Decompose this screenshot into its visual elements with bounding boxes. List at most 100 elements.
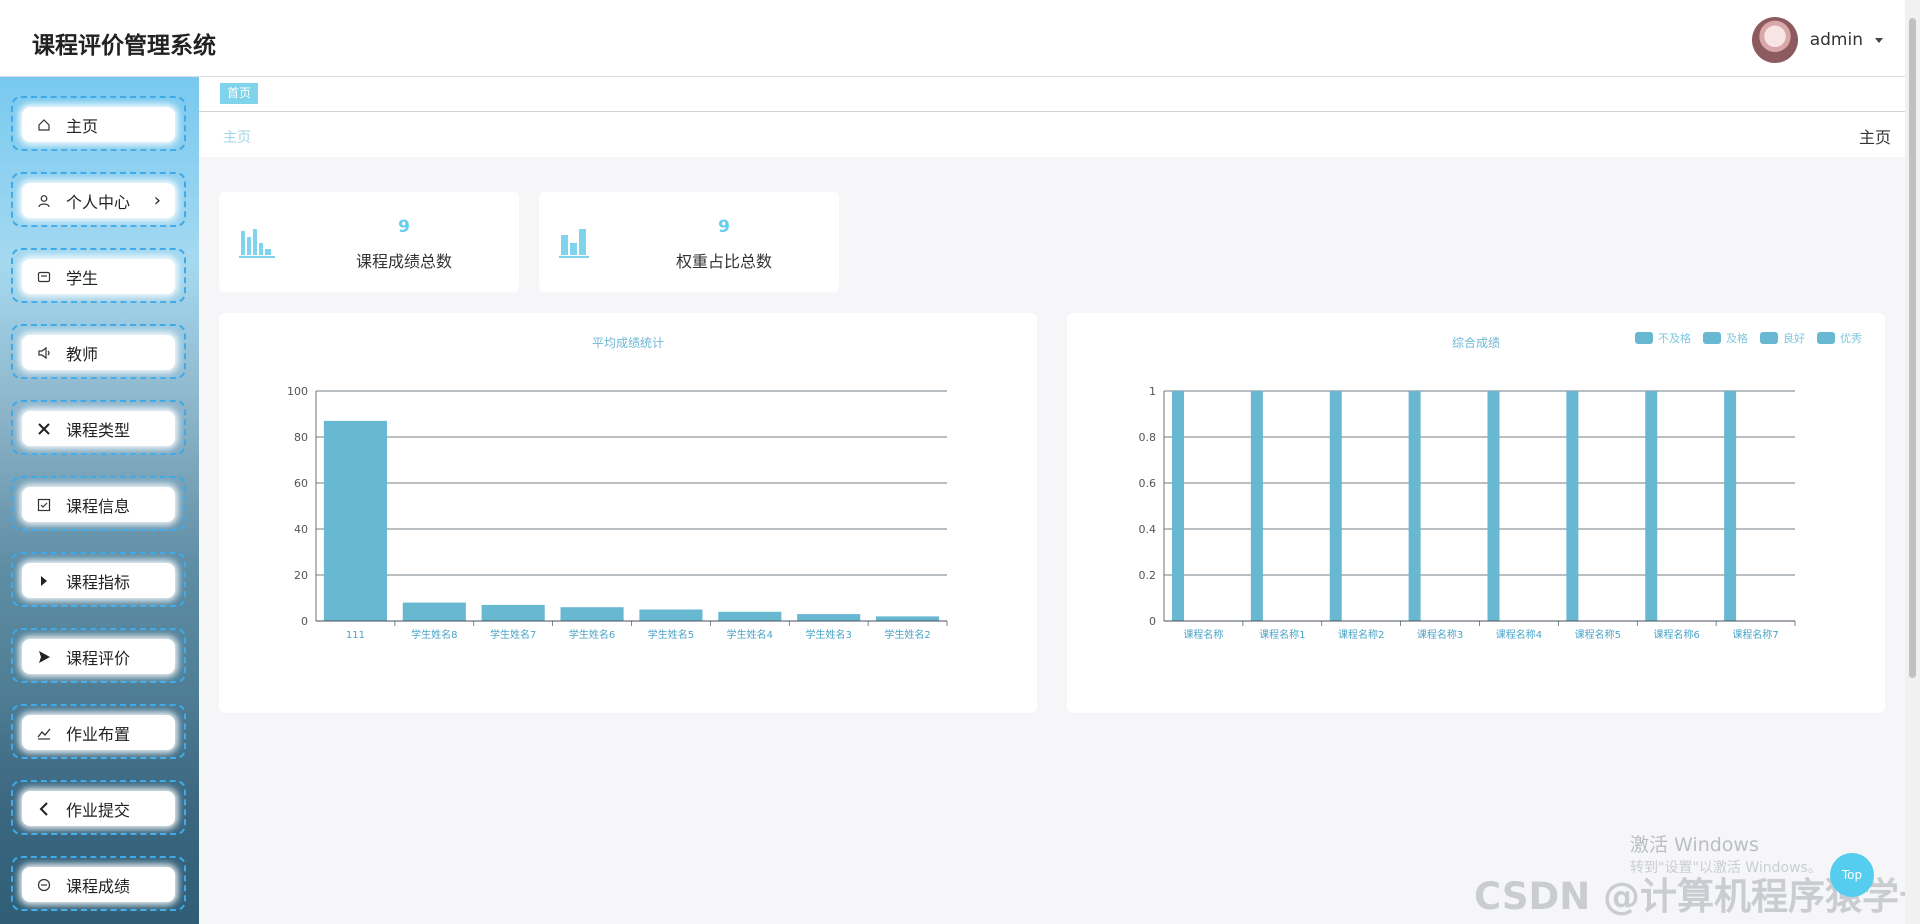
speaker-icon (36, 345, 52, 361)
legend-label: 及格 (1726, 331, 1748, 345)
close-icon (36, 421, 52, 437)
chevron-right-icon: › (153, 190, 161, 211)
y-tick-label: 1 (1149, 385, 1156, 398)
sidebar-item-label: 课程成绩 (66, 876, 131, 896)
bar (718, 611, 782, 621)
play-icon (36, 649, 52, 665)
sidebar-item-home[interactable]: 主页 (11, 96, 186, 151)
bar (1566, 391, 1579, 621)
sidebar-item-label: 主页 (66, 116, 99, 136)
y-tick-label: 0 (1149, 615, 1156, 628)
chart-title: 平均成绩统计 (592, 336, 664, 350)
y-tick-label: 0.6 (1139, 477, 1157, 490)
legend-swatch (1760, 332, 1778, 344)
sidebar-item-teacher[interactable]: 教师 (11, 324, 186, 379)
x-tick-label: 学生姓名7 (490, 628, 536, 641)
bar (797, 614, 861, 621)
y-tick-label: 0 (301, 615, 308, 628)
x-tick-label: 课程名称 (1183, 628, 1223, 641)
main-content: 首页 主页 主页 9 课程成绩总数 9 权重占比总数 平均成绩统计 0 20 40 60… (199, 77, 1905, 924)
sidebar-item-profile[interactable]: 个人中心 › (11, 172, 186, 227)
stat-card-weights: 9 权重占比总数 (539, 192, 839, 292)
breadcrumb[interactable]: 主页 (223, 127, 251, 147)
sidebar-item-label: 课程评价 (66, 648, 131, 668)
x-tick-label: 学生姓名3 (806, 628, 852, 641)
sidebar-item-label: 课程指标 (66, 572, 131, 592)
x-tick-label: 111 (346, 630, 365, 641)
chevron-left-icon (36, 801, 52, 817)
legend-label: 不及格 (1658, 331, 1691, 345)
top-header: 课程评价管理系统 admin (0, 0, 1905, 77)
sidebar-item-homework-assign[interactable]: 作业布置 (11, 704, 186, 759)
bar (402, 602, 466, 621)
y-tick-label: 100 (287, 385, 308, 398)
x-tick-label: 课程名称5 (1575, 628, 1621, 641)
id-card-icon (36, 269, 52, 285)
y-tick-label: 60 (294, 477, 308, 490)
avatar[interactable] (1751, 17, 1798, 63)
x-tick-label: 学生姓名4 (727, 628, 773, 641)
sidebar-item-course-grades[interactable]: 课程成绩 (11, 856, 186, 911)
caret-down-icon[interactable] (1875, 37, 1883, 43)
x-tick-label: 课程名称4 (1496, 628, 1542, 641)
x-tick-label: 学生姓名2 (884, 628, 930, 641)
x-tick-label: 课程名称7 (1732, 628, 1778, 641)
bar (1724, 391, 1737, 621)
bar (1172, 391, 1185, 621)
sidebar-item-label: 个人中心 (66, 192, 131, 212)
sidebar-item-course-type[interactable]: 课程类型 (11, 400, 186, 455)
sidebar-item-homework-submit[interactable]: 作业提交 (11, 780, 186, 835)
x-tick-label: 课程名称2 (1338, 628, 1384, 641)
x-tick-label: 课程名称6 (1654, 628, 1700, 641)
bar (1329, 391, 1342, 621)
bar (876, 616, 940, 621)
legend-label: 良好 (1783, 331, 1805, 345)
bar (1487, 391, 1500, 621)
scrollbar-thumb[interactable] (1909, 18, 1916, 678)
chart-title: 综合成绩 (1452, 335, 1500, 350)
user-icon (36, 193, 52, 209)
legend-swatch (1817, 332, 1835, 344)
sidebar-item-label: 教师 (66, 344, 99, 364)
legend-swatch (1635, 332, 1653, 344)
stat-card-grades: 9 课程成绩总数 (219, 192, 519, 292)
sidebar-item-course-info[interactable]: 课程信息 (11, 476, 186, 531)
system-title: 课程评价管理系统 (32, 33, 216, 59)
sidebar-item-label: 作业提交 (66, 800, 131, 820)
y-tick-label: 0.2 (1139, 569, 1157, 582)
sidebar-item-label: 学生 (66, 268, 99, 288)
sidebar-item-student[interactable]: 学生 (11, 248, 186, 303)
sidebar-item-course-indicator[interactable]: 课程指标 (11, 552, 186, 607)
x-tick-label: 课程名称3 (1417, 628, 1463, 641)
scrollbar[interactable] (1905, 0, 1920, 924)
legend-label: 优秀 (1840, 332, 1862, 345)
trend-icon (36, 725, 52, 741)
x-tick-label: 课程名称1 (1259, 628, 1305, 641)
caret-right-icon (36, 573, 52, 589)
tab-home[interactable]: 首页 (220, 83, 259, 104)
x-tick-label: 学生姓名5 (648, 628, 694, 641)
overall-score-chart: 综合成绩 0 0.2 0.4 0.6 0.8 1 课程名称 课程名称1 课程名称2 课程名称3 课程名… (1139, 331, 1863, 641)
bar (639, 609, 703, 621)
user-menu[interactable]: admin (1751, 17, 1883, 63)
bar (323, 420, 387, 621)
bar (560, 607, 624, 621)
stat-value: 9 (718, 217, 730, 237)
username-label[interactable]: admin (1810, 30, 1863, 50)
y-tick-label: 0.4 (1139, 523, 1157, 536)
bar (1250, 391, 1263, 621)
chart-card-overall: 综合成绩 0 0.2 0.4 0.6 0.8 1 课程名称 课程名称1 课程名称2 课程名称3 课程名… (1067, 313, 1885, 713)
sidebar-item-course-evaluation[interactable]: 课程评价 (11, 628, 186, 683)
bar (481, 604, 545, 621)
sidebar-item-label: 课程信息 (66, 496, 131, 516)
y-tick-label: 0.8 (1139, 431, 1157, 444)
back-to-top-button[interactable]: Top (1830, 853, 1874, 897)
y-tick-label: 40 (294, 523, 308, 536)
bar (1645, 391, 1658, 621)
chart-card-avg: 平均成绩统计 0 20 40 60 80 100 111 学生姓名8 学生姓名7 学生姓名6 学生姓名… (219, 313, 1037, 713)
x-tick-label: 学生姓名8 (411, 628, 457, 641)
y-tick-label: 20 (294, 569, 308, 582)
tabs-bar: 首页 (199, 77, 1905, 112)
bar (1408, 391, 1421, 621)
page-title: 主页 (1858, 128, 1891, 147)
